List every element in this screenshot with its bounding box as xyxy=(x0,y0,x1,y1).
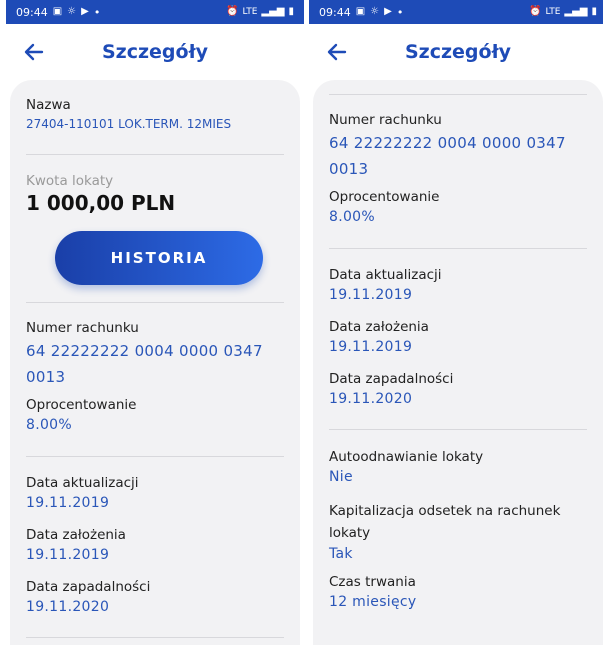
battery-icon: ▮ xyxy=(288,6,294,17)
divider xyxy=(329,94,587,95)
sun-icon: ☼ xyxy=(67,6,77,17)
sun-icon: ☼ xyxy=(370,6,380,17)
capitalization-label-line1: Kapitalizacja odsetek na rachunek xyxy=(329,503,561,519)
renewal-value: Nie xyxy=(329,469,353,485)
details-card: Numer rachunku 64 22222222 0004 0000 034… xyxy=(313,80,603,645)
status-bar: 09:44 ▣ ☼ ▶ • ⏰ LTE ▂▄▆ ▮ xyxy=(309,0,603,24)
divider xyxy=(26,154,284,155)
created-date-value: 19.11.2019 xyxy=(329,339,413,355)
account-field: Numer rachunku 64 22222222 0004 0000 034… xyxy=(329,112,587,182)
created-date-label: Data założenia xyxy=(26,527,126,543)
maturity-date-value: 19.11.2020 xyxy=(329,391,413,407)
created-date-field: Data założenia 19.11.2019 xyxy=(26,527,284,563)
account-number-line2: 0013 xyxy=(329,160,369,178)
maturity-date-field: Data zapadalności 19.11.2020 xyxy=(26,579,284,615)
maturity-date-value: 19.11.2020 xyxy=(26,599,110,615)
rate-field: Oprocentowanie 8.00% xyxy=(26,397,284,433)
name-field: Nazwa 27404-110101 LOK.TERM. 12MIES xyxy=(26,97,284,131)
screen-right: 09:44 ▣ ☼ ▶ • ⏰ LTE ▂▄▆ ▮ Szczegóły Nume… xyxy=(309,0,603,645)
header: Szczegóły xyxy=(6,24,304,80)
alarm-icon: ⏰ xyxy=(225,6,239,17)
update-date-value: 19.11.2019 xyxy=(26,495,110,511)
network-label: LTE xyxy=(545,7,561,17)
status-time: 09:44 xyxy=(319,5,351,19)
header: Szczegóły xyxy=(309,24,603,80)
rate-field: Oprocentowanie 8.00% xyxy=(329,189,587,225)
update-date-field: Data aktualizacji 19.11.2019 xyxy=(329,267,587,303)
capitalization-label-line2: lokaty xyxy=(329,525,371,541)
status-time: 09:44 xyxy=(16,5,48,19)
divider xyxy=(26,456,284,457)
divider xyxy=(329,429,587,430)
rate-label: Oprocentowanie xyxy=(329,189,440,205)
notification-dot: • xyxy=(93,5,101,19)
gallery-icon: ▣ xyxy=(52,6,63,17)
amount-label: Kwota lokaty xyxy=(26,173,114,189)
account-number-line1: 64 22222222 0004 0000 0347 xyxy=(329,134,566,152)
name-value: 27404-110101 LOK.TERM. 12MIES xyxy=(26,117,232,131)
page-title: Szczegóły xyxy=(101,41,209,63)
details-card: Nazwa 27404-110101 LOK.TERM. 12MIES Kwot… xyxy=(10,80,300,645)
update-date-label: Data aktualizacji xyxy=(26,475,139,491)
created-date-value: 19.11.2019 xyxy=(26,547,110,563)
back-arrow-icon[interactable] xyxy=(22,40,46,64)
name-label: Nazwa xyxy=(26,97,71,113)
back-arrow-icon[interactable] xyxy=(325,40,349,64)
alarm-icon: ⏰ xyxy=(528,6,542,17)
rate-value: 8.00% xyxy=(26,417,72,433)
renewal-label: Autoodnawianie lokaty xyxy=(329,449,484,465)
maturity-date-field: Data zapadalności 19.11.2020 xyxy=(329,371,587,407)
created-date-field: Data założenia 19.11.2019 xyxy=(329,319,587,355)
update-date-value: 19.11.2019 xyxy=(329,287,413,303)
account-field: Numer rachunku 64 22222222 0004 0000 034… xyxy=(26,320,284,390)
rate-label: Oprocentowanie xyxy=(26,397,137,413)
amount-value: 1 000,00 PLN xyxy=(26,191,176,215)
page-title: Szczegóły xyxy=(404,41,512,63)
signal-icon: ▂▄▆ xyxy=(261,6,285,17)
divider xyxy=(329,248,587,249)
account-label: Numer rachunku xyxy=(329,112,442,128)
maturity-date-label: Data zapadalności xyxy=(329,371,454,387)
signal-icon: ▂▄▆ xyxy=(564,6,588,17)
video-icon: ▶ xyxy=(384,6,392,17)
amount-field: Kwota lokaty 1 000,00 PLN xyxy=(26,173,284,215)
account-label: Numer rachunku xyxy=(26,320,139,336)
rate-value: 8.00% xyxy=(329,209,375,225)
account-number-line2: 0013 xyxy=(26,368,66,386)
created-date-label: Data założenia xyxy=(329,319,429,335)
gallery-icon: ▣ xyxy=(355,6,366,17)
update-date-label: Data aktualizacji xyxy=(329,267,442,283)
status-bar: 09:44 ▣ ☼ ▶ • ⏰ LTE ▂▄▆ ▮ xyxy=(6,0,304,24)
duration-value: 12 miesięcy xyxy=(329,594,417,610)
screen-left: 09:44 ▣ ☼ ▶ • ⏰ LTE ▂▄▆ ▮ Szczegóły Nazw… xyxy=(6,0,304,645)
account-number-line1: 64 22222222 0004 0000 0347 xyxy=(26,342,263,360)
video-icon: ▶ xyxy=(81,6,89,17)
duration-label: Czas trwania xyxy=(329,574,416,590)
network-label: LTE xyxy=(242,7,258,17)
capitalization-field: Kapitalizacja odsetek na rachunek lokaty… xyxy=(329,500,587,562)
update-date-field: Data aktualizacji 19.11.2019 xyxy=(26,475,284,511)
notification-dot: • xyxy=(396,5,404,19)
duration-field: Czas trwania 12 miesięcy xyxy=(329,574,587,610)
divider xyxy=(26,637,284,638)
divider xyxy=(26,302,284,303)
history-button[interactable]: HISTORIA xyxy=(55,231,263,285)
capitalization-value: Tak xyxy=(329,546,353,562)
maturity-date-label: Data zapadalności xyxy=(26,579,151,595)
renewal-field: Autoodnawianie lokaty Nie xyxy=(329,449,587,485)
battery-icon: ▮ xyxy=(591,6,597,17)
